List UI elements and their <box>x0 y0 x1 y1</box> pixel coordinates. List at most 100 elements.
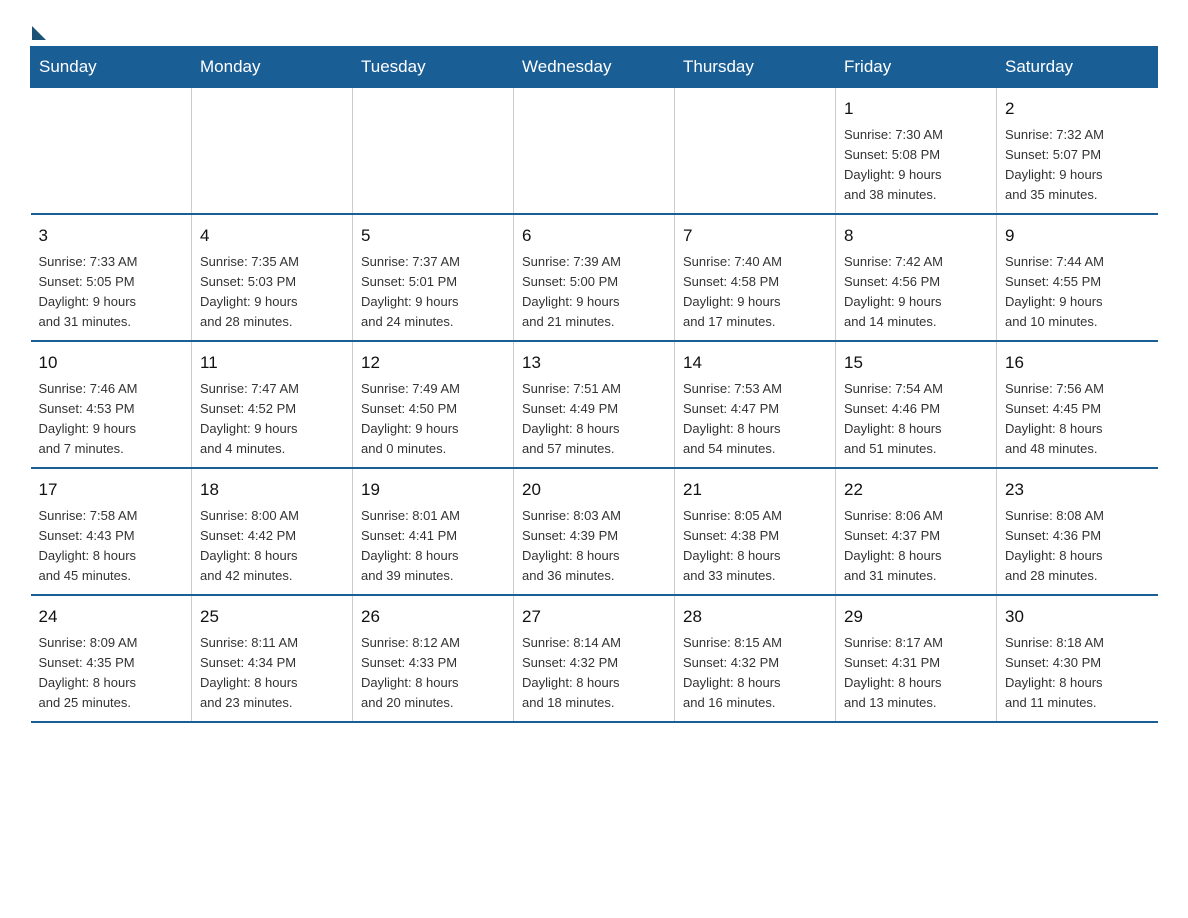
cell-day-number: 20 <box>522 477 666 503</box>
calendar-week-row: 24 Sunrise: 8:09 AM Sunset: 4:35 PM Dayli… <box>31 595 1158 722</box>
calendar-cell: 1 Sunrise: 7:30 AM Sunset: 5:08 PM Daylig… <box>836 88 997 215</box>
calendar-table: SundayMondayTuesdayWednesdayThursdayFrid… <box>30 46 1158 723</box>
calendar-cell: 26 Sunrise: 8:12 AM Sunset: 4:33 PM Dayli… <box>353 595 514 722</box>
cell-day-number: 3 <box>39 223 184 249</box>
cell-day-number: 16 <box>1005 350 1150 376</box>
calendar-cell: 6 Sunrise: 7:39 AM Sunset: 5:00 PM Daylig… <box>514 214 675 341</box>
cell-info-text: Sunrise: 7:49 AM Sunset: 4:50 PM Dayligh… <box>361 379 505 460</box>
cell-day-number: 30 <box>1005 604 1150 630</box>
cell-day-number: 26 <box>361 604 505 630</box>
calendar-cell: 16 Sunrise: 7:56 AM Sunset: 4:45 PM Dayli… <box>997 341 1158 468</box>
cell-info-text: Sunrise: 8:14 AM Sunset: 4:32 PM Dayligh… <box>522 633 666 714</box>
cell-day-number: 6 <box>522 223 666 249</box>
calendar-cell: 22 Sunrise: 8:06 AM Sunset: 4:37 PM Dayli… <box>836 468 997 595</box>
calendar-cell: 13Sunrise: 7:51 AM Sunset: 4:49 PM Dayli… <box>514 341 675 468</box>
weekday-header-monday: Monday <box>192 47 353 88</box>
cell-info-text: Sunrise: 8:01 AM Sunset: 4:41 PM Dayligh… <box>361 506 505 587</box>
cell-info-text: Sunrise: 8:11 AM Sunset: 4:34 PM Dayligh… <box>200 633 344 714</box>
weekday-header-thursday: Thursday <box>675 47 836 88</box>
cell-info-text: Sunrise: 7:39 AM Sunset: 5:00 PM Dayligh… <box>522 252 666 333</box>
cell-info-text: Sunrise: 8:17 AM Sunset: 4:31 PM Dayligh… <box>844 633 988 714</box>
calendar-cell <box>353 88 514 215</box>
cell-day-number: 9 <box>1005 223 1150 249</box>
calendar-cell <box>514 88 675 215</box>
cell-info-text: Sunrise: 7:46 AM Sunset: 4:53 PM Dayligh… <box>39 379 184 460</box>
calendar-cell: 4 Sunrise: 7:35 AM Sunset: 5:03 PM Daylig… <box>192 214 353 341</box>
logo-triangle-icon <box>32 26 46 40</box>
cell-info-text: Sunrise: 8:15 AM Sunset: 4:32 PM Dayligh… <box>683 633 827 714</box>
cell-day-number: 27 <box>522 604 666 630</box>
cell-info-text: Sunrise: 7:30 AM Sunset: 5:08 PM Dayligh… <box>844 125 988 206</box>
calendar-week-row: 1 Sunrise: 7:30 AM Sunset: 5:08 PM Daylig… <box>31 88 1158 215</box>
cell-day-number: 24 <box>39 604 184 630</box>
cell-day-number: 7 <box>683 223 827 249</box>
weekday-header-friday: Friday <box>836 47 997 88</box>
cell-day-number: 5 <box>361 223 505 249</box>
cell-info-text: Sunrise: 7:58 AM Sunset: 4:43 PM Dayligh… <box>39 506 184 587</box>
cell-info-text: Sunrise: 8:09 AM Sunset: 4:35 PM Dayligh… <box>39 633 184 714</box>
calendar-cell: 8 Sunrise: 7:42 AM Sunset: 4:56 PM Daylig… <box>836 214 997 341</box>
calendar-cell: 23 Sunrise: 8:08 AM Sunset: 4:36 PM Dayli… <box>997 468 1158 595</box>
cell-day-number: 19 <box>361 477 505 503</box>
cell-day-number: 29 <box>844 604 988 630</box>
calendar-cell <box>192 88 353 215</box>
cell-info-text: Sunrise: 7:42 AM Sunset: 4:56 PM Dayligh… <box>844 252 988 333</box>
cell-info-text: Sunrise: 7:56 AM Sunset: 4:45 PM Dayligh… <box>1005 379 1150 460</box>
cell-info-text: Sunrise: 7:53 AM Sunset: 4:47 PM Dayligh… <box>683 379 827 460</box>
cell-info-text: Sunrise: 7:40 AM Sunset: 4:58 PM Dayligh… <box>683 252 827 333</box>
calendar-cell: 27 Sunrise: 8:14 AM Sunset: 4:32 PM Dayli… <box>514 595 675 722</box>
cell-day-number: 11 <box>200 350 344 376</box>
cell-info-text: Sunrise: 8:06 AM Sunset: 4:37 PM Dayligh… <box>844 506 988 587</box>
calendar-body: 1 Sunrise: 7:30 AM Sunset: 5:08 PM Daylig… <box>31 88 1158 723</box>
cell-info-text: Sunrise: 8:18 AM Sunset: 4:30 PM Dayligh… <box>1005 633 1150 714</box>
cell-day-number: 14 <box>683 350 827 376</box>
cell-day-number: 17 <box>39 477 184 503</box>
logo <box>30 20 46 36</box>
cell-day-number: 8 <box>844 223 988 249</box>
calendar-cell <box>31 88 192 215</box>
calendar-cell: 29 Sunrise: 8:17 AM Sunset: 4:31 PM Dayli… <box>836 595 997 722</box>
calendar-week-row: 10 Sunrise: 7:46 AM Sunset: 4:53 PM Dayli… <box>31 341 1158 468</box>
cell-day-number: 10 <box>39 350 184 376</box>
cell-day-number: 28 <box>683 604 827 630</box>
cell-info-text: Sunrise: 8:00 AM Sunset: 4:42 PM Dayligh… <box>200 506 344 587</box>
calendar-cell: 18 Sunrise: 8:00 AM Sunset: 4:42 PM Dayli… <box>192 468 353 595</box>
cell-day-number: 18 <box>200 477 344 503</box>
calendar-cell: 24 Sunrise: 8:09 AM Sunset: 4:35 PM Dayli… <box>31 595 192 722</box>
cell-day-number: 1 <box>844 96 988 122</box>
cell-info-text: Sunrise: 8:08 AM Sunset: 4:36 PM Dayligh… <box>1005 506 1150 587</box>
cell-info-text: Sunrise: 8:12 AM Sunset: 4:33 PM Dayligh… <box>361 633 505 714</box>
cell-info-text: Sunrise: 7:35 AM Sunset: 5:03 PM Dayligh… <box>200 252 344 333</box>
calendar-header: SundayMondayTuesdayWednesdayThursdayFrid… <box>31 47 1158 88</box>
calendar-cell: 28 Sunrise: 8:15 AM Sunset: 4:32 PM Dayli… <box>675 595 836 722</box>
calendar-cell: 5 Sunrise: 7:37 AM Sunset: 5:01 PM Daylig… <box>353 214 514 341</box>
calendar-cell: 10 Sunrise: 7:46 AM Sunset: 4:53 PM Dayli… <box>31 341 192 468</box>
page-header <box>30 20 1158 36</box>
cell-day-number: 15 <box>844 350 988 376</box>
calendar-cell: 9Sunrise: 7:44 AM Sunset: 4:55 PM Daylig… <box>997 214 1158 341</box>
calendar-cell: 19 Sunrise: 8:01 AM Sunset: 4:41 PM Dayli… <box>353 468 514 595</box>
cell-day-number: 2 <box>1005 96 1150 122</box>
weekday-header-row: SundayMondayTuesdayWednesdayThursdayFrid… <box>31 47 1158 88</box>
cell-day-number: 22 <box>844 477 988 503</box>
cell-day-number: 21 <box>683 477 827 503</box>
calendar-cell: 30 Sunrise: 8:18 AM Sunset: 4:30 PM Dayli… <box>997 595 1158 722</box>
cell-info-text: Sunrise: 7:37 AM Sunset: 5:01 PM Dayligh… <box>361 252 505 333</box>
cell-day-number: 23 <box>1005 477 1150 503</box>
calendar-cell: 15Sunrise: 7:54 AM Sunset: 4:46 PM Dayli… <box>836 341 997 468</box>
calendar-cell: 21Sunrise: 8:05 AM Sunset: 4:38 PM Dayli… <box>675 468 836 595</box>
weekday-header-tuesday: Tuesday <box>353 47 514 88</box>
weekday-header-saturday: Saturday <box>997 47 1158 88</box>
calendar-week-row: 17 Sunrise: 7:58 AM Sunset: 4:43 PM Dayli… <box>31 468 1158 595</box>
calendar-week-row: 3 Sunrise: 7:33 AM Sunset: 5:05 PM Daylig… <box>31 214 1158 341</box>
calendar-cell <box>675 88 836 215</box>
calendar-cell: 2Sunrise: 7:32 AM Sunset: 5:07 PM Daylig… <box>997 88 1158 215</box>
calendar-cell: 25Sunrise: 8:11 AM Sunset: 4:34 PM Dayli… <box>192 595 353 722</box>
cell-day-number: 4 <box>200 223 344 249</box>
cell-info-text: Sunrise: 7:51 AM Sunset: 4:49 PM Dayligh… <box>522 379 666 460</box>
calendar-cell: 14 Sunrise: 7:53 AM Sunset: 4:47 PM Dayli… <box>675 341 836 468</box>
cell-day-number: 12 <box>361 350 505 376</box>
cell-info-text: Sunrise: 8:03 AM Sunset: 4:39 PM Dayligh… <box>522 506 666 587</box>
cell-info-text: Sunrise: 7:33 AM Sunset: 5:05 PM Dayligh… <box>39 252 184 333</box>
calendar-cell: 7 Sunrise: 7:40 AM Sunset: 4:58 PM Daylig… <box>675 214 836 341</box>
